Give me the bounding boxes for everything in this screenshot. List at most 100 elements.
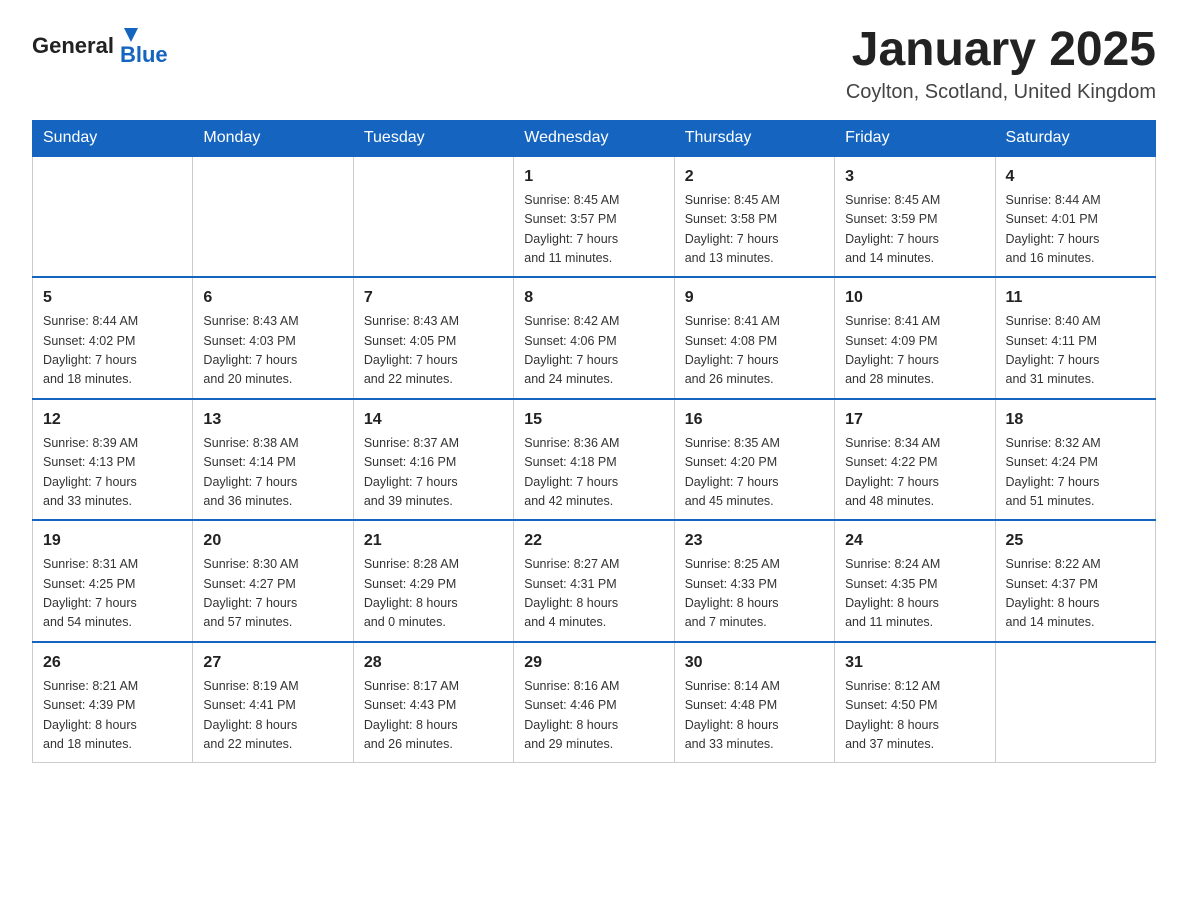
day-number: 7 — [364, 286, 503, 310]
calendar-cell: 19Sunrise: 8:31 AMSunset: 4:25 PMDayligh… — [33, 520, 193, 642]
day-number: 17 — [845, 408, 984, 432]
calendar-cell: 25Sunrise: 8:22 AMSunset: 4:37 PMDayligh… — [995, 520, 1155, 642]
day-info: Sunrise: 8:41 AMSunset: 4:08 PMDaylight:… — [685, 312, 824, 390]
day-info: Sunrise: 8:37 AMSunset: 4:16 PMDaylight:… — [364, 434, 503, 512]
week-row-4: 19Sunrise: 8:31 AMSunset: 4:25 PMDayligh… — [33, 520, 1156, 642]
day-info: Sunrise: 8:39 AMSunset: 4:13 PMDaylight:… — [43, 434, 182, 512]
weekday-header-saturday: Saturday — [995, 120, 1155, 156]
logo-general-text: General — [32, 33, 114, 59]
calendar-cell: 10Sunrise: 8:41 AMSunset: 4:09 PMDayligh… — [835, 277, 995, 399]
month-title: January 2025 — [846, 24, 1156, 77]
week-row-1: 1Sunrise: 8:45 AMSunset: 3:57 PMDaylight… — [33, 156, 1156, 278]
weekday-header-wednesday: Wednesday — [514, 120, 674, 156]
day-number: 22 — [524, 529, 663, 553]
calendar-header-row: SundayMondayTuesdayWednesdayThursdayFrid… — [33, 120, 1156, 156]
day-number: 27 — [203, 651, 342, 675]
day-number: 15 — [524, 408, 663, 432]
day-info: Sunrise: 8:41 AMSunset: 4:09 PMDaylight:… — [845, 312, 984, 390]
page-header: General Blue January 2025 Coylton, Scotl… — [32, 24, 1156, 104]
logo: General Blue — [32, 24, 168, 68]
weekday-header-friday: Friday — [835, 120, 995, 156]
calendar-cell: 8Sunrise: 8:42 AMSunset: 4:06 PMDaylight… — [514, 277, 674, 399]
calendar-cell — [353, 156, 513, 278]
day-info: Sunrise: 8:17 AMSunset: 4:43 PMDaylight:… — [364, 677, 503, 755]
day-info: Sunrise: 8:44 AMSunset: 4:02 PMDaylight:… — [43, 312, 182, 390]
calendar-cell: 5Sunrise: 8:44 AMSunset: 4:02 PMDaylight… — [33, 277, 193, 399]
weekday-header-tuesday: Tuesday — [353, 120, 513, 156]
day-number: 30 — [685, 651, 824, 675]
day-number: 19 — [43, 529, 182, 553]
day-info: Sunrise: 8:40 AMSunset: 4:11 PMDaylight:… — [1006, 312, 1145, 390]
calendar-cell: 9Sunrise: 8:41 AMSunset: 4:08 PMDaylight… — [674, 277, 834, 399]
calendar-cell: 7Sunrise: 8:43 AMSunset: 4:05 PMDaylight… — [353, 277, 513, 399]
calendar-cell: 22Sunrise: 8:27 AMSunset: 4:31 PMDayligh… — [514, 520, 674, 642]
calendar-cell: 13Sunrise: 8:38 AMSunset: 4:14 PMDayligh… — [193, 399, 353, 521]
calendar-cell: 29Sunrise: 8:16 AMSunset: 4:46 PMDayligh… — [514, 642, 674, 763]
week-row-5: 26Sunrise: 8:21 AMSunset: 4:39 PMDayligh… — [33, 642, 1156, 763]
weekday-header-thursday: Thursday — [674, 120, 834, 156]
calendar-cell: 28Sunrise: 8:17 AMSunset: 4:43 PMDayligh… — [353, 642, 513, 763]
calendar-cell: 20Sunrise: 8:30 AMSunset: 4:27 PMDayligh… — [193, 520, 353, 642]
day-info: Sunrise: 8:24 AMSunset: 4:35 PMDaylight:… — [845, 555, 984, 633]
day-number: 13 — [203, 408, 342, 432]
day-number: 11 — [1006, 286, 1145, 310]
day-info: Sunrise: 8:27 AMSunset: 4:31 PMDaylight:… — [524, 555, 663, 633]
calendar-cell: 3Sunrise: 8:45 AMSunset: 3:59 PMDaylight… — [835, 156, 995, 278]
day-number: 18 — [1006, 408, 1145, 432]
day-number: 16 — [685, 408, 824, 432]
calendar-cell: 31Sunrise: 8:12 AMSunset: 4:50 PMDayligh… — [835, 642, 995, 763]
day-info: Sunrise: 8:35 AMSunset: 4:20 PMDaylight:… — [685, 434, 824, 512]
calendar-cell: 4Sunrise: 8:44 AMSunset: 4:01 PMDaylight… — [995, 156, 1155, 278]
calendar-cell: 18Sunrise: 8:32 AMSunset: 4:24 PMDayligh… — [995, 399, 1155, 521]
day-info: Sunrise: 8:45 AMSunset: 3:59 PMDaylight:… — [845, 191, 984, 269]
calendar-cell: 17Sunrise: 8:34 AMSunset: 4:22 PMDayligh… — [835, 399, 995, 521]
weekday-header-sunday: Sunday — [33, 120, 193, 156]
calendar-cell: 12Sunrise: 8:39 AMSunset: 4:13 PMDayligh… — [33, 399, 193, 521]
day-number: 25 — [1006, 529, 1145, 553]
weekday-header-monday: Monday — [193, 120, 353, 156]
day-number: 1 — [524, 165, 663, 189]
day-number: 31 — [845, 651, 984, 675]
calendar-cell — [193, 156, 353, 278]
calendar-cell: 26Sunrise: 8:21 AMSunset: 4:39 PMDayligh… — [33, 642, 193, 763]
calendar-cell: 27Sunrise: 8:19 AMSunset: 4:41 PMDayligh… — [193, 642, 353, 763]
day-info: Sunrise: 8:44 AMSunset: 4:01 PMDaylight:… — [1006, 191, 1145, 269]
day-number: 4 — [1006, 165, 1145, 189]
day-number: 9 — [685, 286, 824, 310]
day-info: Sunrise: 8:34 AMSunset: 4:22 PMDaylight:… — [845, 434, 984, 512]
day-number: 14 — [364, 408, 503, 432]
day-info: Sunrise: 8:14 AMSunset: 4:48 PMDaylight:… — [685, 677, 824, 755]
day-info: Sunrise: 8:22 AMSunset: 4:37 PMDaylight:… — [1006, 555, 1145, 633]
day-info: Sunrise: 8:31 AMSunset: 4:25 PMDaylight:… — [43, 555, 182, 633]
day-number: 2 — [685, 165, 824, 189]
calendar-cell: 30Sunrise: 8:14 AMSunset: 4:48 PMDayligh… — [674, 642, 834, 763]
day-info: Sunrise: 8:45 AMSunset: 3:58 PMDaylight:… — [685, 191, 824, 269]
day-info: Sunrise: 8:25 AMSunset: 4:33 PMDaylight:… — [685, 555, 824, 633]
day-info: Sunrise: 8:28 AMSunset: 4:29 PMDaylight:… — [364, 555, 503, 633]
calendar-cell: 1Sunrise: 8:45 AMSunset: 3:57 PMDaylight… — [514, 156, 674, 278]
day-info: Sunrise: 8:12 AMSunset: 4:50 PMDaylight:… — [845, 677, 984, 755]
calendar-cell: 14Sunrise: 8:37 AMSunset: 4:16 PMDayligh… — [353, 399, 513, 521]
day-info: Sunrise: 8:42 AMSunset: 4:06 PMDaylight:… — [524, 312, 663, 390]
logo-blue-text: Blue — [120, 42, 168, 68]
day-info: Sunrise: 8:36 AMSunset: 4:18 PMDaylight:… — [524, 434, 663, 512]
location-text: Coylton, Scotland, United Kingdom — [846, 81, 1156, 104]
day-number: 23 — [685, 529, 824, 553]
week-row-2: 5Sunrise: 8:44 AMSunset: 4:02 PMDaylight… — [33, 277, 1156, 399]
day-number: 24 — [845, 529, 984, 553]
day-info: Sunrise: 8:16 AMSunset: 4:46 PMDaylight:… — [524, 677, 663, 755]
day-info: Sunrise: 8:32 AMSunset: 4:24 PMDaylight:… — [1006, 434, 1145, 512]
day-info: Sunrise: 8:30 AMSunset: 4:27 PMDaylight:… — [203, 555, 342, 633]
calendar-cell — [33, 156, 193, 278]
day-number: 29 — [524, 651, 663, 675]
day-info: Sunrise: 8:43 AMSunset: 4:05 PMDaylight:… — [364, 312, 503, 390]
calendar-cell: 6Sunrise: 8:43 AMSunset: 4:03 PMDaylight… — [193, 277, 353, 399]
day-number: 26 — [43, 651, 182, 675]
day-info: Sunrise: 8:19 AMSunset: 4:41 PMDaylight:… — [203, 677, 342, 755]
calendar-cell: 24Sunrise: 8:24 AMSunset: 4:35 PMDayligh… — [835, 520, 995, 642]
day-number: 10 — [845, 286, 984, 310]
calendar-cell: 2Sunrise: 8:45 AMSunset: 3:58 PMDaylight… — [674, 156, 834, 278]
day-number: 28 — [364, 651, 503, 675]
day-info: Sunrise: 8:21 AMSunset: 4:39 PMDaylight:… — [43, 677, 182, 755]
calendar-cell: 16Sunrise: 8:35 AMSunset: 4:20 PMDayligh… — [674, 399, 834, 521]
